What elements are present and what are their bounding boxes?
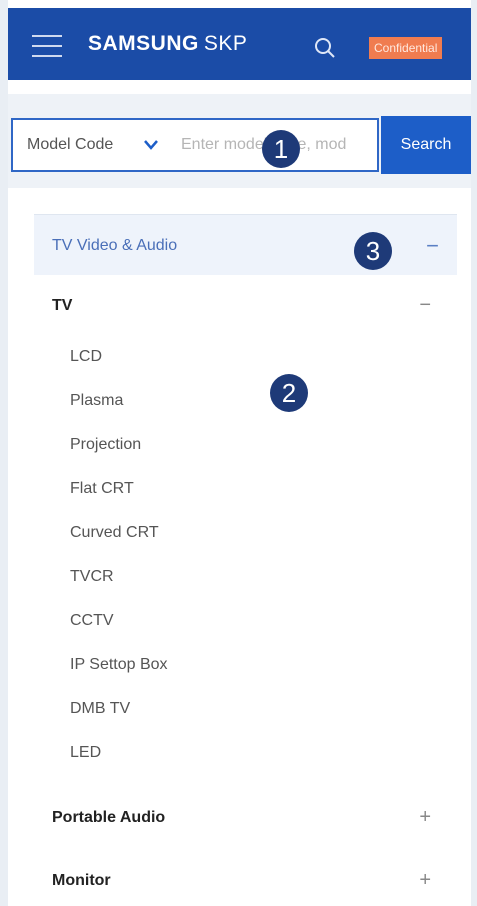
group-label: Monitor xyxy=(52,872,111,889)
callout-marker-1: 1 xyxy=(262,130,300,168)
brand-light: SKP xyxy=(203,32,248,55)
list-item-flat-crt[interactable]: Flat CRT xyxy=(70,480,134,498)
expand-icon[interactable]: + xyxy=(419,869,431,892)
group-tv[interactable]: TV − xyxy=(34,287,457,327)
confidential-badge: Confidential xyxy=(369,37,443,59)
collapse-icon[interactable]: − xyxy=(419,294,431,317)
list-item-led[interactable]: LED xyxy=(70,744,101,762)
group-monitor[interactable]: Monitor + xyxy=(34,862,457,902)
list-item-curved-crt[interactable]: Curved CRT xyxy=(70,524,159,542)
group-label: Portable Audio xyxy=(52,809,166,826)
collapse-icon[interactable]: − xyxy=(426,233,439,259)
search-icon[interactable] xyxy=(313,36,337,60)
category-label: TV Video & Audio xyxy=(52,237,178,254)
search-bar-row: Model Code Search xyxy=(8,94,471,188)
list-item-cctv[interactable]: CCTV xyxy=(70,612,114,630)
chevron-down-icon xyxy=(144,140,158,150)
model-code-label: Model Code xyxy=(27,136,114,153)
brand-logo[interactable]: SAMSUNG SKP xyxy=(88,32,247,58)
list-item-ip-settop-box[interactable]: IP Settop Box xyxy=(70,656,168,674)
list-item-lcd[interactable]: LCD xyxy=(70,348,102,366)
hamburger-menu-icon[interactable] xyxy=(32,35,62,57)
group-portable-audio[interactable]: Portable Audio + xyxy=(34,799,457,839)
group-label: TV xyxy=(52,297,73,314)
list-item-projection[interactable]: Projection xyxy=(70,436,141,454)
category-tv-video-audio[interactable]: TV Video & Audio − xyxy=(34,214,457,275)
list-item-tvcr[interactable]: TVCR xyxy=(70,568,114,586)
callout-marker-3: 3 xyxy=(354,232,392,270)
list-item-plasma[interactable]: Plasma xyxy=(70,392,123,410)
search-button[interactable]: Search xyxy=(381,116,471,174)
search-box: Model Code xyxy=(11,118,379,172)
top-header: SAMSUNG SKP Confidential xyxy=(8,8,471,80)
model-code-dropdown[interactable]: Model Code xyxy=(13,120,173,170)
list-item-dmb-tv[interactable]: DMB TV xyxy=(70,700,130,718)
brand-bold: SAMSUNG xyxy=(88,32,199,55)
header-spacer xyxy=(8,80,471,94)
callout-marker-2: 2 xyxy=(270,374,308,412)
expand-icon[interactable]: + xyxy=(419,806,431,829)
